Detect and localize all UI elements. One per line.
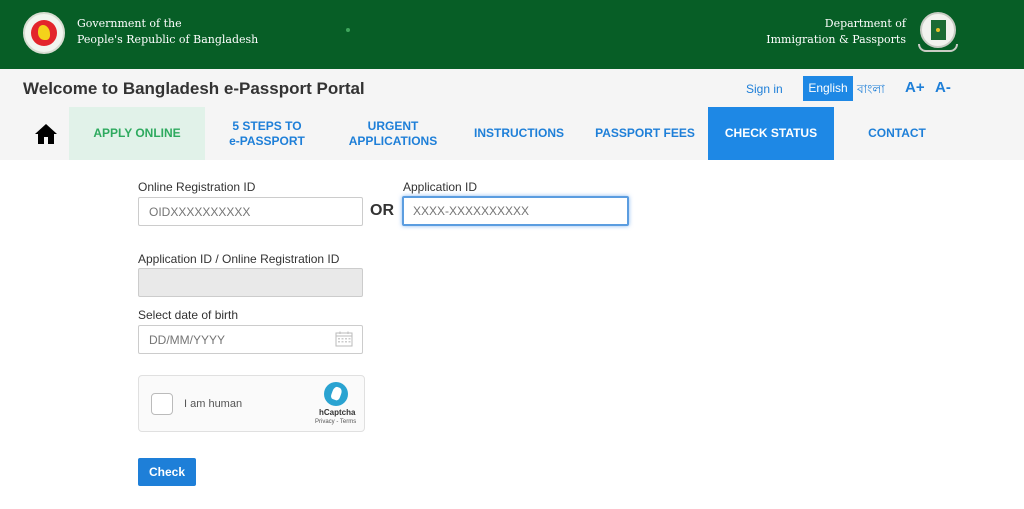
govt-title-line2: People's Republic of Bangladesh — [77, 33, 259, 46]
nav-5-steps[interactable]: 5 STEPS TO e-PASSPORT — [205, 107, 329, 160]
top-header: Government of the People's Republic of B… — [0, 0, 1024, 69]
nav-check-status[interactable]: CHECK STATUS — [708, 107, 834, 160]
nav-label-line2: e-PASSPORT — [229, 133, 305, 148]
home-icon — [35, 123, 57, 144]
or-separator: OR — [370, 202, 394, 219]
govt-title-line1: Government of the — [77, 17, 182, 30]
nav-apply-online[interactable]: APPLY ONLINE — [69, 107, 205, 160]
department-title-line1: Department of — [824, 17, 906, 30]
nav-label: CONTACT — [868, 126, 926, 140]
main-nav: APPLY ONLINE 5 STEPS TO e-PASSPORT URGENT… — [0, 107, 1024, 160]
nav-label: INSTRUCTIONS — [474, 126, 564, 140]
nav-instructions[interactable]: INSTRUCTIONS — [460, 107, 578, 160]
hcaptcha-widget: I am human hCaptcha Privacy - Terms — [138, 375, 365, 432]
captcha-label: I am human — [184, 398, 243, 410]
dip-emblem-icon[interactable] — [918, 12, 958, 52]
online-registration-id-label: Online Registration ID — [138, 180, 256, 194]
department-title: Department of Immigration & Passports — [766, 16, 906, 48]
decorative-dot — [346, 28, 350, 32]
govt-title: Government of the People's Republic of B… — [77, 16, 258, 48]
nav-urgent-applications[interactable]: URGENT APPLICATIONS — [329, 107, 457, 160]
hcaptcha-privacy-terms-link[interactable]: Privacy - Terms — [315, 419, 356, 425]
nav-home[interactable] — [30, 107, 62, 160]
combined-id-input[interactable] — [138, 268, 363, 297]
nav-label: CHECK STATUS — [724, 126, 818, 140]
date-of-birth-field[interactable] — [138, 325, 363, 354]
date-of-birth-input[interactable] — [138, 325, 363, 354]
sign-in-link[interactable]: Sign in — [746, 82, 783, 96]
check-button[interactable]: Check — [138, 458, 196, 486]
application-id-input[interactable] — [402, 196, 629, 226]
combined-id-label: Application ID / Online Registration ID — [138, 252, 340, 266]
department-title-line2: Immigration & Passports — [766, 33, 906, 46]
language-bangla-button[interactable]: বাংলা — [857, 81, 885, 101]
calendar-icon[interactable] — [335, 331, 353, 347]
nav-label-line1: URGENT — [367, 118, 419, 133]
nav-passport-fees[interactable]: PASSPORT FEES — [582, 107, 708, 160]
sub-header: Welcome to Bangladesh e-Passport Portal … — [0, 69, 1024, 160]
hcaptcha-logo-icon — [324, 382, 348, 406]
online-registration-id-input[interactable] — [138, 197, 363, 226]
nav-label: APPLY ONLINE — [93, 126, 181, 140]
portal-title: Welcome to Bangladesh e-Passport Portal — [23, 79, 365, 98]
application-id-label: Application ID — [403, 180, 478, 194]
date-of-birth-label: Select date of birth — [138, 308, 239, 322]
nav-label-line1: 5 STEPS TO — [232, 118, 302, 133]
captcha-checkbox[interactable] — [151, 393, 173, 415]
font-increase-button[interactable]: A+ — [905, 79, 925, 96]
language-english-button[interactable]: English — [803, 76, 853, 101]
font-decrease-button[interactable]: A- — [935, 79, 951, 96]
nav-label: PASSPORT FEES — [595, 126, 695, 140]
nav-contact[interactable]: CONTACT — [834, 107, 960, 160]
bangladesh-govt-emblem-icon[interactable] — [23, 12, 65, 54]
hcaptcha-brand: hCaptcha — [319, 408, 356, 417]
nav-label-line2: APPLICATIONS — [348, 133, 438, 148]
